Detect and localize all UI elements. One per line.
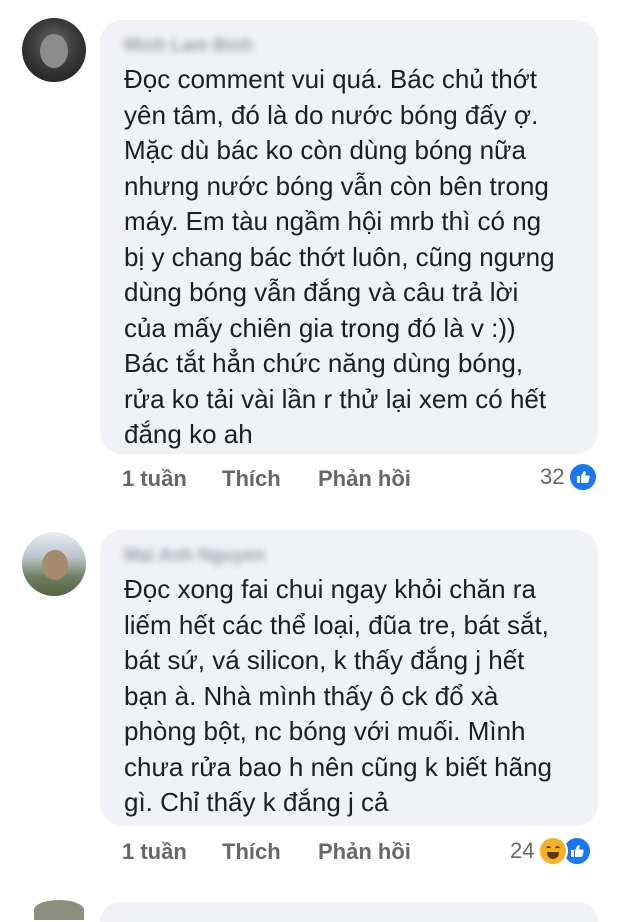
avatar[interactable] [22,18,86,82]
comment-author[interactable]: Minh Lam Binh [124,34,576,56]
comment-timestamp[interactable]: 1 tuần [122,839,187,865]
like-button[interactable]: Thích [222,466,281,492]
comment-bubble [100,902,598,922]
comment-author[interactable]: Mai Anh Nguyen [124,544,576,566]
like-button[interactable]: Thích [222,839,281,865]
avatar[interactable] [34,900,84,920]
like-icon [568,462,599,492]
reaction-summary[interactable]: 24 [510,836,593,866]
reply-button[interactable]: Phản hồi [318,466,411,492]
reaction-count: 32 [540,464,565,489]
comment-text: Đọc comment vui quá. Bác chủ thớt yên tâ… [124,64,555,449]
comment-bubble: Mai Anh Nguyen Đọc xong fai chui ngay kh… [100,530,598,826]
haha-icon [538,836,569,866]
avatar[interactable] [22,532,86,596]
reaction-summary[interactable]: 32 [540,462,599,492]
reaction-count: 24 [510,838,535,863]
comment-text: Đọc xong fai chui ngay khỏi chăn ra liếm… [124,574,552,817]
comment-bubble: Minh Lam Binh Đọc comment vui quá. Bác c… [100,20,598,454]
reply-button[interactable]: Phản hồi [318,839,411,865]
comment-timestamp[interactable]: 1 tuần [122,466,187,492]
